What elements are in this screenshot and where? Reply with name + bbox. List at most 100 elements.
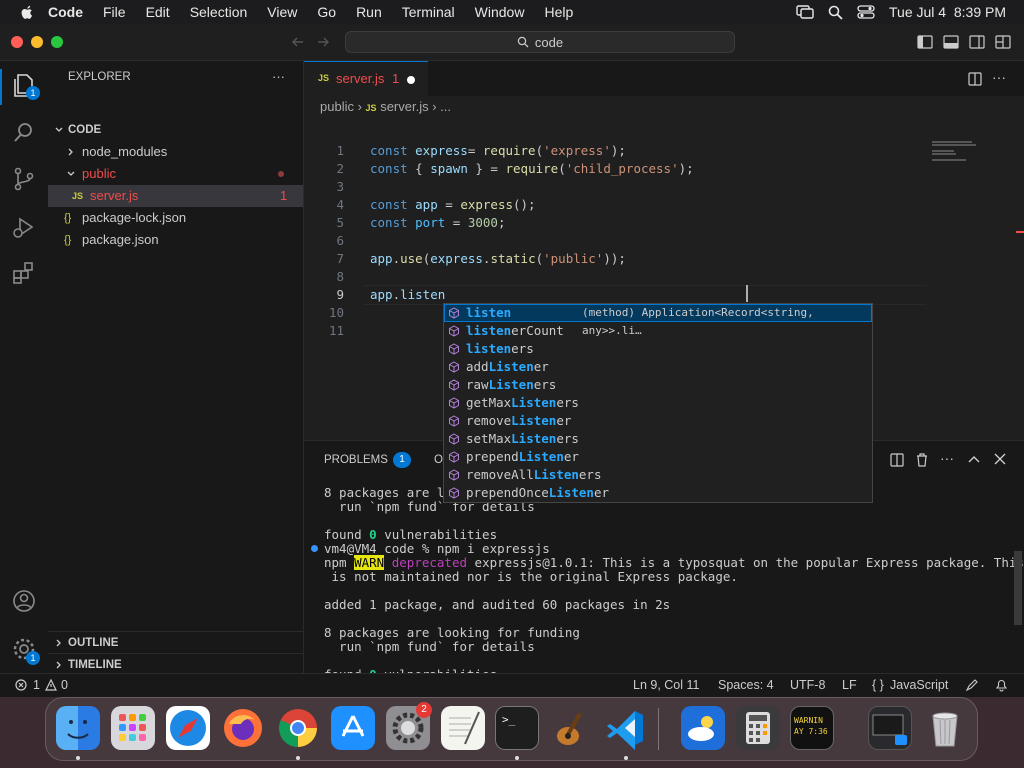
- screen-mirroring-icon[interactable]: [796, 5, 814, 19]
- finder-icon[interactable]: [56, 706, 100, 750]
- suggestion-item[interactable]: rawListeners: [444, 376, 872, 394]
- menu-run[interactable]: Run: [356, 4, 382, 20]
- breadcrumb-file[interactable]: server.js: [380, 99, 428, 114]
- indentation[interactable]: Spaces: 4: [718, 678, 774, 692]
- control-center-icon[interactable]: [857, 5, 875, 19]
- close-window-button[interactable]: [11, 36, 23, 48]
- end-of-line[interactable]: LF: [842, 678, 857, 692]
- console-warning-widget[interactable]: WARNIN AY 7:36: [790, 706, 834, 750]
- split-terminal-icon[interactable]: [890, 453, 904, 467]
- spotlight-search-icon[interactable]: [828, 5, 843, 20]
- editor-more-actions-button[interactable]: ···: [992, 69, 1006, 85]
- menu-terminal[interactable]: Terminal: [402, 4, 455, 20]
- split-editor-icon[interactable]: [968, 72, 982, 86]
- toggle-panel-icon[interactable]: [943, 35, 959, 49]
- tab-server-js[interactable]: JS server.js 1: [304, 61, 428, 96]
- breadcrumb-folder[interactable]: public: [320, 99, 354, 114]
- toggle-secondary-sidebar-icon[interactable]: [969, 35, 985, 49]
- notifications-bell-icon[interactable]: [995, 678, 1008, 692]
- minimize-window-button[interactable]: [31, 36, 43, 48]
- explorer-more-button[interactable]: ···: [272, 69, 285, 84]
- app-store-icon[interactable]: [331, 706, 375, 750]
- error-count[interactable]: 1: [33, 678, 40, 692]
- trash-icon[interactable]: [915, 452, 929, 467]
- language-mode[interactable]: JavaScript: [890, 678, 948, 692]
- firefox-icon[interactable]: [221, 706, 265, 750]
- launchpad-icon[interactable]: [111, 706, 155, 750]
- suggestion-item[interactable]: getMaxListeners: [444, 394, 872, 412]
- trash-bin-icon[interactable]: [923, 706, 967, 750]
- code-line[interactable]: const app = express();: [370, 197, 536, 212]
- warning-count[interactable]: 0: [61, 678, 68, 692]
- unsaved-dot-icon[interactable]: [407, 76, 415, 84]
- terminal-scrollbar[interactable]: [1014, 551, 1022, 625]
- code-line[interactable]: app.use(express.static('public'));: [370, 251, 626, 266]
- suggestion-item[interactable]: listeners: [444, 340, 872, 358]
- warning-icon[interactable]: [45, 679, 57, 691]
- extensions-icon[interactable]: [10, 259, 38, 287]
- calculator-icon[interactable]: [736, 706, 780, 750]
- menu-selection[interactable]: Selection: [190, 4, 248, 20]
- menu-go[interactable]: Go: [317, 4, 336, 20]
- source-control-icon[interactable]: [10, 165, 38, 193]
- tree-item-package-lock[interactable]: {} package-lock.json: [48, 207, 303, 229]
- tree-item-package-json[interactable]: {} package.json: [48, 229, 303, 251]
- suggestion-item[interactable]: listen (method) Application<Record<string…: [444, 304, 872, 337]
- tree-item-public[interactable]: public: [48, 163, 303, 185]
- forward-arrow-icon[interactable]: [316, 35, 330, 49]
- suggestion-item[interactable]: removeListener: [444, 412, 872, 430]
- textedit-icon[interactable]: [441, 706, 485, 750]
- customize-layout-icon[interactable]: [995, 35, 1011, 49]
- garageband-icon[interactable]: [550, 706, 594, 750]
- suggestion-item[interactable]: prependOnceListener: [444, 484, 872, 502]
- cursor-position[interactable]: Ln 9, Col 11: [633, 678, 699, 692]
- outline-section-header[interactable]: OUTLINE: [48, 631, 303, 654]
- code-line[interactable]: const express= require('express');: [370, 143, 626, 158]
- command-decoration-icon[interactable]: [311, 545, 318, 552]
- terminal-icon[interactable]: >_: [495, 706, 539, 750]
- suggestion-item[interactable]: addListener: [444, 358, 872, 376]
- autocomplete-suggestions[interactable]: listen (method) Application<Record<string…: [443, 303, 873, 503]
- screenshot-thumbnail-icon[interactable]: [868, 706, 912, 750]
- suggestion-item[interactable]: prependListener: [444, 448, 872, 466]
- zoom-window-button[interactable]: [51, 36, 63, 48]
- tab-problems[interactable]: PROBLEMS: [324, 454, 388, 466]
- search-view-icon[interactable]: [10, 119, 38, 147]
- code-line[interactable]: const { spawn } = require('child_process…: [370, 161, 694, 176]
- chrome-icon[interactable]: [276, 706, 320, 750]
- code-line[interactable]: app.listen: [370, 287, 445, 302]
- code-token: spawn: [430, 161, 468, 176]
- code-line[interactable]: const port = 3000;: [370, 215, 505, 230]
- tree-item-node-modules[interactable]: node_modules: [48, 141, 303, 163]
- error-icon[interactable]: [15, 679, 27, 691]
- vscode-icon[interactable]: [604, 706, 648, 750]
- safari-icon[interactable]: [166, 706, 210, 750]
- menu-file[interactable]: File: [103, 4, 126, 20]
- accounts-icon[interactable]: [10, 587, 38, 615]
- panel-more-actions-button[interactable]: ···: [940, 450, 954, 466]
- suggestion-item[interactable]: setMaxListeners: [444, 430, 872, 448]
- breadcrumb-more[interactable]: ...: [440, 99, 451, 114]
- back-arrow-icon[interactable]: [291, 35, 305, 49]
- menu-view[interactable]: View: [267, 4, 297, 20]
- minimap[interactable]: [930, 141, 986, 171]
- menu-clock[interactable]: Tue Jul 4 8:39 PM: [889, 4, 1006, 20]
- encoding[interactable]: UTF-8: [790, 678, 825, 692]
- feedback-icon[interactable]: [965, 679, 978, 692]
- tree-item-server-js[interactable]: JS server.js 1: [48, 185, 303, 207]
- suggestion-item[interactable]: listenerCount: [444, 322, 872, 340]
- apple-icon[interactable]: [18, 3, 36, 21]
- suggestion-item[interactable]: removeAllListeners: [444, 466, 872, 484]
- menu-app-name[interactable]: Code: [48, 4, 83, 20]
- weather-icon[interactable]: [681, 706, 725, 750]
- toggle-primary-sidebar-icon[interactable]: [917, 35, 933, 49]
- folder-code-header[interactable]: CODE: [48, 119, 303, 141]
- command-center-search[interactable]: code: [345, 31, 735, 53]
- menu-edit[interactable]: Edit: [146, 4, 170, 20]
- run-and-debug-icon[interactable]: [10, 213, 38, 241]
- tab-output-partial[interactable]: O: [434, 454, 443, 466]
- menu-window[interactable]: Window: [475, 4, 525, 20]
- menu-help[interactable]: Help: [544, 4, 573, 20]
- close-panel-icon[interactable]: [994, 453, 1006, 465]
- maximize-panel-icon[interactable]: [968, 454, 980, 464]
